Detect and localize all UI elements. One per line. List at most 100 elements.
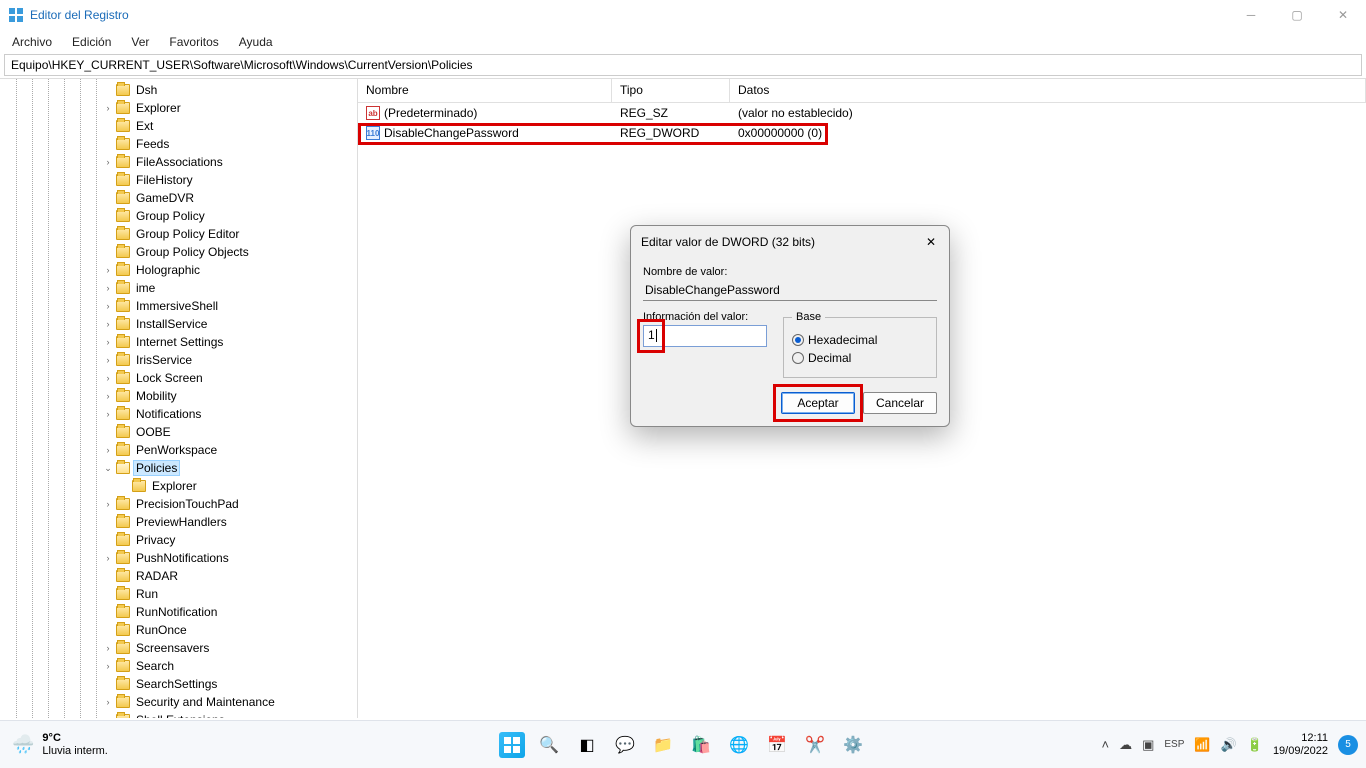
chevron-icon[interactable]: › xyxy=(102,391,114,401)
value-data-input[interactable]: 1 xyxy=(643,325,767,347)
tree-item[interactable]: PreviewHandlers xyxy=(0,513,357,531)
chevron-icon[interactable]: › xyxy=(102,499,114,509)
tree-item[interactable]: Dsh xyxy=(0,81,357,99)
chevron-icon[interactable]: ⌄ xyxy=(102,463,114,474)
notification-badge[interactable]: 5 xyxy=(1338,735,1358,755)
tree-item[interactable]: Explorer xyxy=(0,477,357,495)
tree-item[interactable]: ›ImmersiveShell xyxy=(0,297,357,315)
chevron-icon[interactable]: › xyxy=(102,301,114,311)
tree-item-label: Notifications xyxy=(134,407,203,421)
taskbar[interactable]: 🌧️ 9°C Lluvia interm. 🔍 ◧ 💬 📁 🛍️ 🌐 📅 ✂️ … xyxy=(0,720,1366,768)
tree-item[interactable]: ›Internet Settings xyxy=(0,333,357,351)
chevron-icon[interactable]: › xyxy=(102,409,114,419)
menu-favoritos[interactable]: Favoritos xyxy=(161,33,226,51)
tree-item[interactable]: OOBE xyxy=(0,423,357,441)
app-icon[interactable]: ⚙️ xyxy=(839,731,867,759)
menu-edicion[interactable]: Edición xyxy=(64,33,119,51)
radio-dec[interactable]: Decimal xyxy=(792,351,928,365)
tree-item[interactable]: GameDVR xyxy=(0,189,357,207)
tree-item[interactable]: FileHistory xyxy=(0,171,357,189)
tree-item[interactable]: SearchSettings xyxy=(0,675,357,693)
chevron-icon[interactable]: › xyxy=(102,553,114,563)
list-row[interactable]: 110DisableChangePasswordREG_DWORD0x00000… xyxy=(358,123,1366,143)
chevron-icon[interactable]: › xyxy=(102,157,114,167)
chevron-up-icon[interactable]: ˄ xyxy=(1101,737,1109,752)
chevron-icon[interactable]: › xyxy=(102,283,114,293)
tree-item[interactable]: Privacy xyxy=(0,531,357,549)
taskview-icon[interactable]: ◧ xyxy=(573,731,601,759)
maximize-button[interactable]: ▢ xyxy=(1274,0,1320,30)
tree-item[interactable]: ›Security and Maintenance xyxy=(0,693,357,711)
tree-item[interactable]: ›Mobility xyxy=(0,387,357,405)
chevron-icon[interactable]: › xyxy=(102,715,114,718)
chevron-icon[interactable]: › xyxy=(102,337,114,347)
search-icon[interactable]: 🔍 xyxy=(535,731,563,759)
tree-item[interactable]: ›Explorer xyxy=(0,99,357,117)
tree-item[interactable]: ›PrecisionTouchPad xyxy=(0,495,357,513)
explorer-icon[interactable]: 📁 xyxy=(649,731,677,759)
language-icon[interactable]: ESP xyxy=(1164,739,1184,750)
start-button[interactable] xyxy=(499,732,525,758)
tree-item[interactable]: ›PenWorkspace xyxy=(0,441,357,459)
tree-item[interactable]: ›Lock Screen xyxy=(0,369,357,387)
wifi-icon[interactable]: 📶 xyxy=(1194,737,1210,753)
tree-item[interactable]: ›InstallService xyxy=(0,315,357,333)
menu-ayuda[interactable]: Ayuda xyxy=(231,33,281,51)
tree-item[interactable]: ›FileAssociations xyxy=(0,153,357,171)
tree-item[interactable]: Group Policy Editor xyxy=(0,225,357,243)
list-row[interactable]: ab(Predeterminado)REG_SZ(valor no establ… xyxy=(358,103,1366,123)
snip-icon[interactable]: ✂️ xyxy=(801,731,829,759)
menu-archivo[interactable]: Archivo xyxy=(4,33,60,51)
tree-item[interactable]: ›Search xyxy=(0,657,357,675)
onedrive-icon[interactable]: ☁ xyxy=(1119,737,1132,753)
clock[interactable]: 12:11 19/09/2022 xyxy=(1273,732,1328,756)
col-name[interactable]: Nombre xyxy=(358,79,612,102)
chat-icon[interactable]: 💬 xyxy=(611,731,639,759)
tree-item[interactable]: ›Shell Extensions xyxy=(0,711,357,718)
store-icon[interactable]: 🛍️ xyxy=(687,731,715,759)
volume-icon[interactable]: 🔊 xyxy=(1221,737,1237,753)
address-bar[interactable]: Equipo\HKEY_CURRENT_USER\Software\Micros… xyxy=(4,54,1362,76)
chevron-icon[interactable]: › xyxy=(102,373,114,383)
col-type[interactable]: Tipo xyxy=(612,79,730,102)
tree-item[interactable]: ›ime xyxy=(0,279,357,297)
tree-panel[interactable]: Dsh›ExplorerExtFeeds›FileAssociationsFil… xyxy=(0,79,358,718)
chevron-icon[interactable]: › xyxy=(102,355,114,365)
chevron-icon[interactable]: › xyxy=(102,697,114,707)
dialog-titlebar[interactable]: Editar valor de DWORD (32 bits) ✕ xyxy=(631,226,949,258)
tree-item[interactable]: RADAR xyxy=(0,567,357,585)
tree-item[interactable]: ›Holographic xyxy=(0,261,357,279)
weather-widget[interactable]: 🌧️ 9°C Lluvia interm. xyxy=(0,732,120,756)
minimize-button[interactable]: ─ xyxy=(1228,0,1274,30)
tree-item[interactable]: Run xyxy=(0,585,357,603)
tree-item[interactable]: RunNotification xyxy=(0,603,357,621)
tree-item[interactable]: Group Policy Objects xyxy=(0,243,357,261)
tree-item[interactable]: Group Policy xyxy=(0,207,357,225)
system-tray[interactable]: ˄ ☁ ▣ ESP 📶 🔊 🔋 12:11 19/09/2022 5 xyxy=(1101,732,1358,756)
meet-icon[interactable]: ▣ xyxy=(1142,737,1154,753)
tree-item[interactable]: Feeds xyxy=(0,135,357,153)
dialog-close-button[interactable]: ✕ xyxy=(921,232,941,252)
close-button[interactable]: ✕ xyxy=(1320,0,1366,30)
tree-item[interactable]: ›IrisService xyxy=(0,351,357,369)
tree-item[interactable]: RunOnce xyxy=(0,621,357,639)
tree-item[interactable]: ›Screensavers xyxy=(0,639,357,657)
chevron-icon[interactable]: › xyxy=(102,661,114,671)
ok-button[interactable]: Aceptar xyxy=(781,392,855,414)
chevron-icon[interactable]: › xyxy=(102,265,114,275)
chevron-icon[interactable]: › xyxy=(102,445,114,455)
calendar-icon[interactable]: 📅 xyxy=(763,731,791,759)
tree-item[interactable]: ⌄Policies xyxy=(0,459,357,477)
cancel-button[interactable]: Cancelar xyxy=(863,392,937,414)
radio-hex[interactable]: Hexadecimal xyxy=(792,333,928,347)
edge-icon[interactable]: 🌐 xyxy=(725,731,753,759)
tree-item[interactable]: › Notifications xyxy=(0,405,357,423)
chevron-icon[interactable]: › xyxy=(102,643,114,653)
tree-item[interactable]: Ext xyxy=(0,117,357,135)
col-data[interactable]: Datos xyxy=(730,79,1366,102)
chevron-icon[interactable]: › xyxy=(102,319,114,329)
chevron-icon[interactable]: › xyxy=(102,103,114,113)
tree-item[interactable]: ›PushNotifications xyxy=(0,549,357,567)
battery-icon[interactable]: 🔋 xyxy=(1247,737,1263,753)
menu-ver[interactable]: Ver xyxy=(123,33,157,51)
